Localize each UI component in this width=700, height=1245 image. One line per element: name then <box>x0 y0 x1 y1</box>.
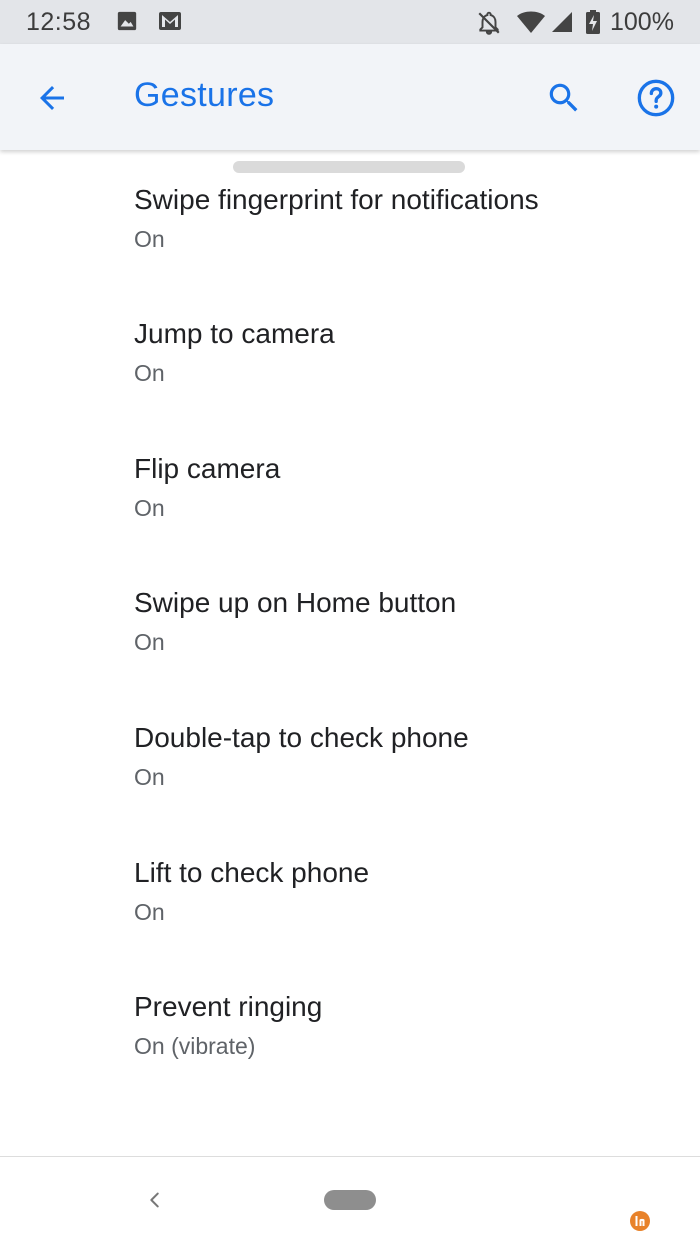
battery-percentage: 100% <box>610 8 674 36</box>
watermark-logo-icon <box>629 1210 651 1232</box>
settings-item-summary: On <box>134 629 165 655</box>
search-icon <box>549 83 578 112</box>
settings-item-summary: On <box>134 899 165 925</box>
signal-icon <box>550 10 574 34</box>
settings-item-summary: On (vibrate) <box>134 1033 256 1059</box>
settings-item-summary: On <box>134 495 165 521</box>
settings-item-prevent-ringing[interactable]: Prevent ringing On (vibrate) <box>0 957 700 1091</box>
status-time: 12:58 <box>26 8 92 36</box>
page-title: Gestures <box>134 76 275 114</box>
notifications-off-icon <box>476 10 502 35</box>
settings-item-double-tap-check[interactable]: Double-tap to check phone On <box>0 688 700 822</box>
help-button[interactable] <box>632 74 680 122</box>
image-icon <box>116 10 138 34</box>
settings-item-title: Double-tap to check phone <box>134 722 469 753</box>
scroll-indicator[interactable] <box>233 161 465 173</box>
settings-item-flip-camera[interactable]: Flip camera On <box>0 419 700 553</box>
settings-item-title: Flip camera <box>134 453 281 484</box>
settings-item-lift-to-check[interactable]: Lift to check phone On <box>0 823 700 957</box>
help-icon <box>637 79 675 117</box>
settings-item-title: Lift to check phone <box>134 857 370 888</box>
gmail-icon <box>158 10 182 34</box>
settings-item-summary: On <box>134 360 165 386</box>
status-bar: 12:58 100% <box>0 0 700 44</box>
chevron-left-icon <box>150 1192 159 1208</box>
app-bar: Gestures <box>0 44 700 150</box>
wifi-icon <box>516 10 546 34</box>
settings-item-title: Swipe up on Home button <box>134 587 457 618</box>
arrow-back-icon <box>40 86 64 110</box>
settings-item-swipe-up-home[interactable]: Swipe up on Home button On <box>0 553 700 687</box>
settings-item-summary: On <box>134 764 165 790</box>
settings-item-jump-to-camera[interactable]: Jump to camera On <box>0 284 700 418</box>
settings-item-summary: On <box>134 226 165 252</box>
settings-item-title: Jump to camera <box>134 318 335 349</box>
settings-item-title: Prevent ringing <box>134 991 323 1022</box>
search-button[interactable] <box>540 74 588 122</box>
settings-item-title: Swipe fingerprint for notifications <box>134 184 539 215</box>
nav-back-button[interactable] <box>140 1185 170 1215</box>
home-pill-icon[interactable] <box>324 1190 376 1210</box>
navigation-bar <box>0 1156 700 1245</box>
back-button[interactable] <box>28 74 76 122</box>
battery-charging-icon <box>586 10 600 34</box>
